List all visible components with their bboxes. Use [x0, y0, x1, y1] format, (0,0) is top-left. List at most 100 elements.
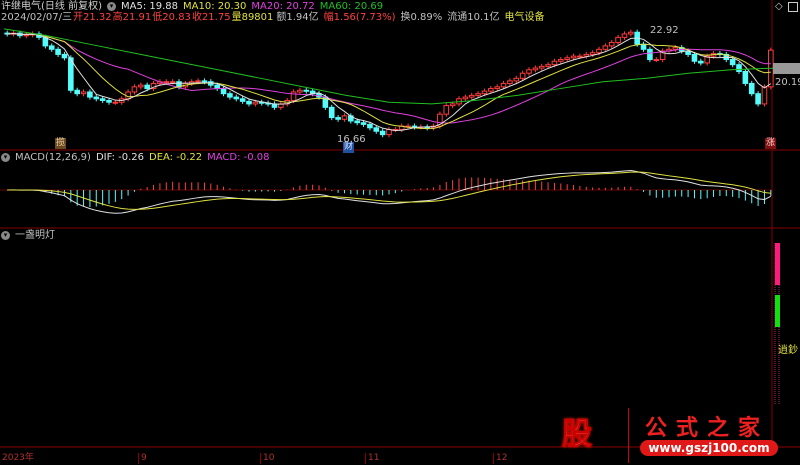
x-axis-label: 10: [260, 453, 274, 464]
candle-body: [647, 48, 653, 61]
x-axis-label: 9: [138, 453, 147, 464]
candle-body: [551, 60, 558, 66]
candle-body: [589, 52, 596, 55]
candle-body: [621, 33, 628, 38]
candle-body: [112, 101, 119, 104]
x-axis-label: 11: [365, 453, 379, 464]
ma60-line: [3, 28, 775, 105]
candle-body: [201, 80, 208, 83]
watermark-url: www.gszj100.com: [640, 440, 778, 456]
candle-body: [475, 93, 481, 96]
candle-body: [640, 43, 647, 50]
candle-body: [526, 69, 532, 74]
candle-body: [93, 96, 100, 100]
candle-body: [233, 96, 240, 100]
candle-body: [736, 64, 742, 72]
candle-body: [303, 89, 310, 92]
candle-body: [252, 101, 259, 105]
candle-body: [55, 48, 61, 55]
candle-body: [246, 100, 252, 105]
signal-tag: 财: [343, 142, 355, 153]
candle-body: [195, 80, 201, 83]
signal-tag: 揽: [55, 138, 67, 149]
candle-body: [513, 77, 520, 82]
candle-body: [748, 82, 755, 95]
candle-body: [449, 103, 456, 107]
candle-body: [742, 70, 749, 84]
candle-body: [48, 45, 55, 50]
candle-body: [507, 80, 513, 84]
candle-body: [379, 130, 386, 136]
candle-body: [443, 105, 450, 115]
candle-body: [532, 67, 539, 71]
candle-body: [672, 47, 679, 50]
candle-body: [227, 93, 233, 98]
candle-body: [558, 59, 564, 62]
candle-body: [462, 96, 469, 100]
indicator-title[interactable]: 一盏明灯: [15, 230, 55, 241]
candle-body: [538, 65, 545, 69]
dif-value: DIF: -0.26: [95, 152, 144, 163]
candle-body: [468, 94, 475, 98]
candle-body: [144, 84, 150, 90]
candle-body: [500, 82, 507, 88]
macd-title[interactable]: MACD(12,26,9): [15, 152, 91, 163]
signal-label: 逍鈔: [778, 345, 798, 356]
candle-body: [411, 125, 418, 128]
candle-body: [373, 127, 380, 132]
right-price-label: 20.19: [775, 77, 800, 88]
chevron-down-icon[interactable]: ▾: [1, 152, 10, 162]
ma5-line: [7, 33, 772, 132]
indicator-bar-green: [775, 295, 780, 327]
candle-body: [74, 89, 80, 95]
watermark-char: 股: [562, 417, 593, 453]
candle-body: [87, 91, 93, 98]
indicator-header: ▾ 一盏明灯: [1, 230, 60, 242]
candle-body: [386, 129, 392, 136]
candle-body: [163, 81, 170, 84]
candle-body: [169, 81, 176, 84]
candle-body: [481, 90, 488, 95]
high-price-label: 22.92: [650, 25, 679, 36]
candle-body: [570, 55, 577, 59]
candle-body: [328, 106, 335, 119]
candle-body: [341, 115, 348, 120]
candle-body: [494, 86, 500, 90]
candle-body: [220, 88, 227, 95]
candle-body: [596, 48, 602, 54]
candle-body: [577, 55, 583, 58]
candle-body: [354, 120, 360, 124]
candle-body: [653, 59, 660, 62]
candle-body: [335, 117, 341, 120]
chevron-down-icon[interactable]: ▾: [1, 230, 10, 240]
candle-body: [99, 98, 106, 102]
indicator-bar-magenta: [775, 243, 780, 285]
candle-body: [106, 100, 112, 103]
candle-body: [608, 41, 615, 47]
watermark-divider: [628, 408, 629, 463]
candle-body: [628, 31, 634, 35]
candle-body: [367, 123, 373, 129]
candle-body: [545, 64, 551, 67]
candle-body: [698, 60, 704, 64]
candle-body: [138, 84, 144, 88]
candle-body: [297, 89, 303, 93]
candle-body: [615, 36, 621, 43]
watermark-name: 公式之家: [645, 415, 770, 441]
signal-tag: 涨: [765, 138, 777, 149]
candle-body: [602, 45, 609, 50]
candle-body: [583, 53, 590, 57]
candle-body: [729, 59, 736, 66]
candle-body: [80, 91, 87, 95]
x-axis-label: 2023年: [2, 453, 34, 463]
candle-body: [131, 86, 138, 93]
chart-canvas[interactable]: [0, 0, 800, 465]
x-axis-label: 12: [493, 453, 507, 464]
candle-body: [360, 122, 367, 125]
ma10-line: [7, 33, 771, 130]
candle-body: [691, 53, 698, 62]
candle-body: [761, 86, 768, 105]
candle-body: [488, 88, 494, 92]
candle-body: [290, 91, 297, 102]
candle-body: [519, 72, 526, 79]
